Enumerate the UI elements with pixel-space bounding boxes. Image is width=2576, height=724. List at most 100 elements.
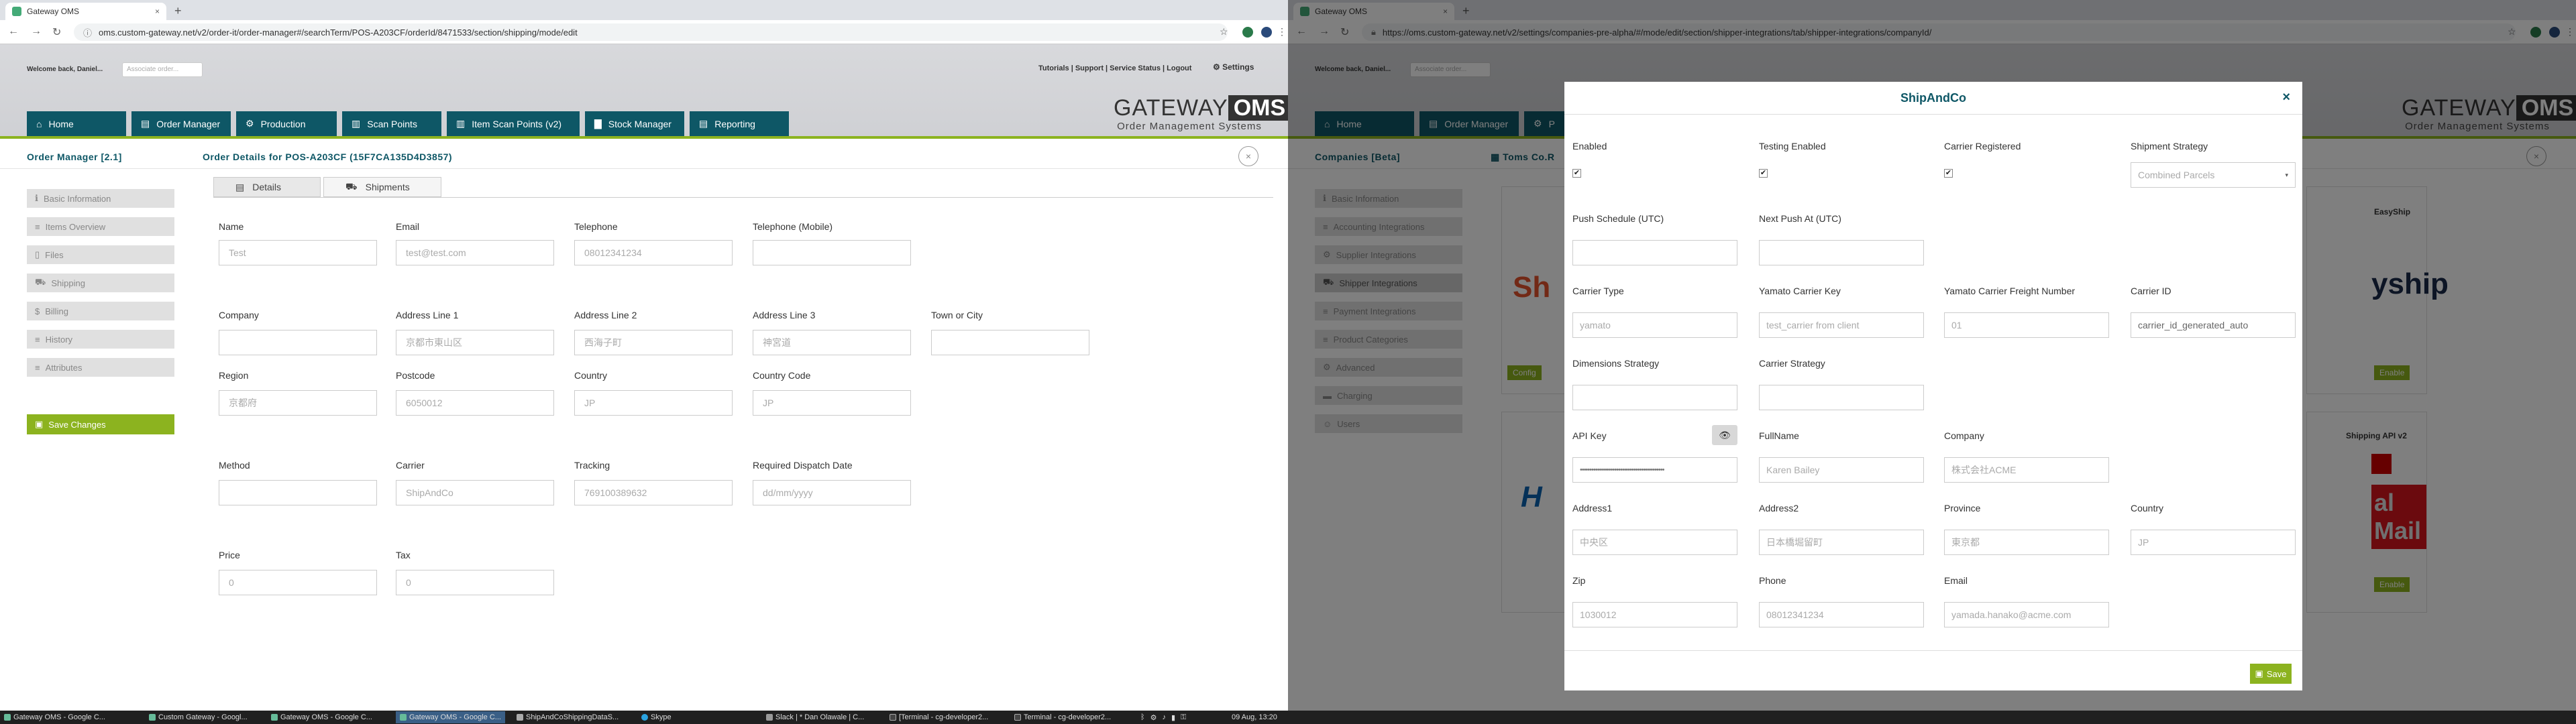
zip-field[interactable]: 1030012 xyxy=(1572,602,1737,627)
email-field[interactable]: test@test.com xyxy=(396,240,554,265)
eye-icon[interactable]: 👁︎ xyxy=(1712,425,1737,445)
address1-field[interactable]: 中央区 xyxy=(1572,530,1737,555)
profile-icon[interactable] xyxy=(1261,27,1272,38)
carrier-id-field[interactable]: carrier_id_generated_auto xyxy=(2131,312,2296,338)
town-field[interactable] xyxy=(931,330,1089,355)
email-label: Email xyxy=(1944,575,1968,586)
nav-scan-points[interactable]: ▥ Scan Points xyxy=(342,111,441,138)
enabled-checkbox[interactable]: ✔ xyxy=(1572,169,1581,178)
sidebar-item-shipping[interactable]: ⛟ Shipping xyxy=(27,274,174,292)
tab-details[interactable]: ▤ Details xyxy=(213,177,321,197)
nav-reporting[interactable]: ▤ Reporting xyxy=(690,111,789,138)
modal-header-divider xyxy=(1564,114,2302,115)
fullname-field[interactable]: Karen Bailey xyxy=(1759,457,1924,483)
battery-icon[interactable]: ▮ xyxy=(1171,713,1175,722)
address2-field[interactable]: 西海子町 xyxy=(574,330,733,355)
save-button[interactable]: ▣ Save xyxy=(2250,664,2292,684)
sidebar-item-history[interactable]: ≡ History xyxy=(27,330,174,349)
email-label: Email xyxy=(396,221,420,232)
carrier-strategy-field[interactable] xyxy=(1759,385,1924,410)
country-field[interactable]: JP xyxy=(2131,530,2296,555)
address1-field[interactable]: 京都市東山区 xyxy=(396,330,554,355)
testing-checkbox[interactable]: ✔ xyxy=(1759,169,1768,178)
price-field[interactable]: 0 xyxy=(219,570,377,595)
yamato-freight-field[interactable]: 01 xyxy=(1944,312,2109,338)
country-field[interactable]: JP xyxy=(574,390,733,416)
save-changes-button[interactable]: ▣ Save Changes xyxy=(27,414,174,434)
menu-icon[interactable]: ⋮ xyxy=(1277,26,1287,38)
top-links[interactable]: Tutorials | Support | Service Status | L… xyxy=(1038,64,1191,72)
address3-field[interactable]: 神宮道 xyxy=(753,330,911,355)
sidebar-item-basic-information[interactable]: ℹBasic Information xyxy=(27,189,174,208)
phone-field[interactable]: 08012341234 xyxy=(1759,602,1924,627)
region-field[interactable]: 京都府 xyxy=(219,390,377,416)
forward-icon[interactable]: → xyxy=(31,25,42,38)
postcode-field[interactable]: 6050012 xyxy=(396,390,554,416)
taskbar-item[interactable]: Gateway OMS - Google C... xyxy=(271,713,372,722)
tab-shipments[interactable]: ⛟ Shipments xyxy=(323,177,441,197)
nav-item-scan-points[interactable]: ▥ Item Scan Points (v2) xyxy=(447,111,580,138)
sidebar-item-items-overview[interactable]: ≡ Items Overview xyxy=(27,217,174,236)
carrier-type-field[interactable]: yamato xyxy=(1572,312,1737,338)
taskbar-item[interactable]: Slack | * Dan Olawale | C... xyxy=(766,713,864,722)
dispatch-date-field[interactable]: dd/mm/yyyy xyxy=(753,480,911,505)
back-icon[interactable]: ← xyxy=(8,25,19,38)
new-tab-button[interactable]: + xyxy=(174,4,182,18)
name-field[interactable]: Test xyxy=(219,240,377,265)
tax-field[interactable]: 0 xyxy=(396,570,554,595)
telephone-field[interactable]: 08012341234 xyxy=(574,240,733,265)
company-field[interactable] xyxy=(219,330,377,355)
email-field[interactable]: yamada.hanako@acme.com xyxy=(1944,602,2109,627)
close-icon[interactable]: × xyxy=(1238,146,1258,166)
volume-icon[interactable]: ♪ xyxy=(1162,713,1166,721)
strategy-select[interactable]: Combined Parcels ▾ xyxy=(2131,162,2296,188)
nav-stock-manager[interactable]: ▇ Stock Manager xyxy=(585,111,684,138)
reload-icon[interactable]: ↻ xyxy=(52,25,61,39)
tracking-field[interactable]: 769100389632 xyxy=(574,480,733,505)
next-push-field[interactable] xyxy=(1759,240,1924,265)
sidebar-item-attributes[interactable]: ≡ Attributes xyxy=(27,358,174,377)
dimensions-strategy-field[interactable] xyxy=(1572,385,1737,410)
chrome-icon xyxy=(4,714,11,721)
modal-close-icon[interactable]: × xyxy=(2282,90,2290,105)
address2-field[interactable]: 日本橋堀留町 xyxy=(1759,530,1924,555)
api-key-label: API Key xyxy=(1572,430,1607,441)
browser-tab[interactable]: Gateway OMS × xyxy=(5,3,166,20)
extension-icon[interactable] xyxy=(1242,27,1253,38)
yamato-key-field[interactable]: test_carrier from client xyxy=(1759,312,1924,338)
lock-icon[interactable]: ⚿ xyxy=(1181,713,1186,722)
country-code-label: Country Code xyxy=(753,370,811,381)
mobile-field[interactable] xyxy=(753,240,911,265)
nav-order-manager[interactable]: ▤Order Manager xyxy=(131,111,231,138)
push-schedule-field[interactable] xyxy=(1572,240,1737,265)
taskbar: Gateway OMS - Google C... Custom Gateway… xyxy=(0,711,2576,724)
associate-order-input[interactable]: Associate order... xyxy=(122,62,203,77)
taskbar-item[interactable]: Terminal - cg-developer2... xyxy=(1014,713,1111,722)
api-key-field[interactable]: ••••••••••••••••••••••••••••••••••••••••… xyxy=(1572,457,1737,483)
country-code-field[interactable]: JP xyxy=(753,390,911,416)
sidebar-item-billing[interactable]: $ Billing xyxy=(27,302,174,320)
company-field[interactable]: 株式会社ACME xyxy=(1944,457,2109,483)
taskbar-item[interactable]: Skype xyxy=(641,713,672,722)
clock[interactable]: 09 Aug, 13:20 xyxy=(1232,713,1277,722)
network-icon[interactable]: ⚙ xyxy=(1150,713,1157,722)
bookmark-star-icon[interactable]: ☆ xyxy=(1220,26,1228,38)
taskbar-item-active[interactable]: Gateway OMS - Google C... xyxy=(396,711,505,723)
tab-close-icon[interactable]: × xyxy=(155,7,160,16)
url-bar[interactable]: ⓘ oms.custom-gateway.net/v2/order-it/ord… xyxy=(74,23,1228,41)
carrier-field[interactable]: ShipAndCo xyxy=(396,480,554,505)
province-field[interactable]: 東京都 xyxy=(1944,530,2109,555)
registered-checkbox[interactable]: ✔ xyxy=(1944,169,1953,178)
taskbar-item[interactable]: [Terminal - cg-developer2... xyxy=(890,713,988,722)
settings-link[interactable]: ⚙ Settings xyxy=(1213,62,1254,72)
method-field[interactable] xyxy=(219,480,377,505)
tags-icon: ≡ xyxy=(35,362,40,373)
tab-divider xyxy=(213,197,1273,198)
bluetooth-icon[interactable]: ᛒ xyxy=(1140,713,1145,721)
taskbar-item[interactable]: Gateway OMS - Google C... xyxy=(4,713,105,722)
taskbar-item[interactable]: ShipAndCoShippingDataS... xyxy=(517,713,619,722)
sidebar-item-files[interactable]: ▯ Files xyxy=(27,245,174,264)
nav-production[interactable]: ⚙ Production xyxy=(236,111,337,138)
nav-home[interactable]: ⌂Home xyxy=(27,111,126,138)
taskbar-item[interactable]: Custom Gateway - Googl... xyxy=(149,713,248,722)
